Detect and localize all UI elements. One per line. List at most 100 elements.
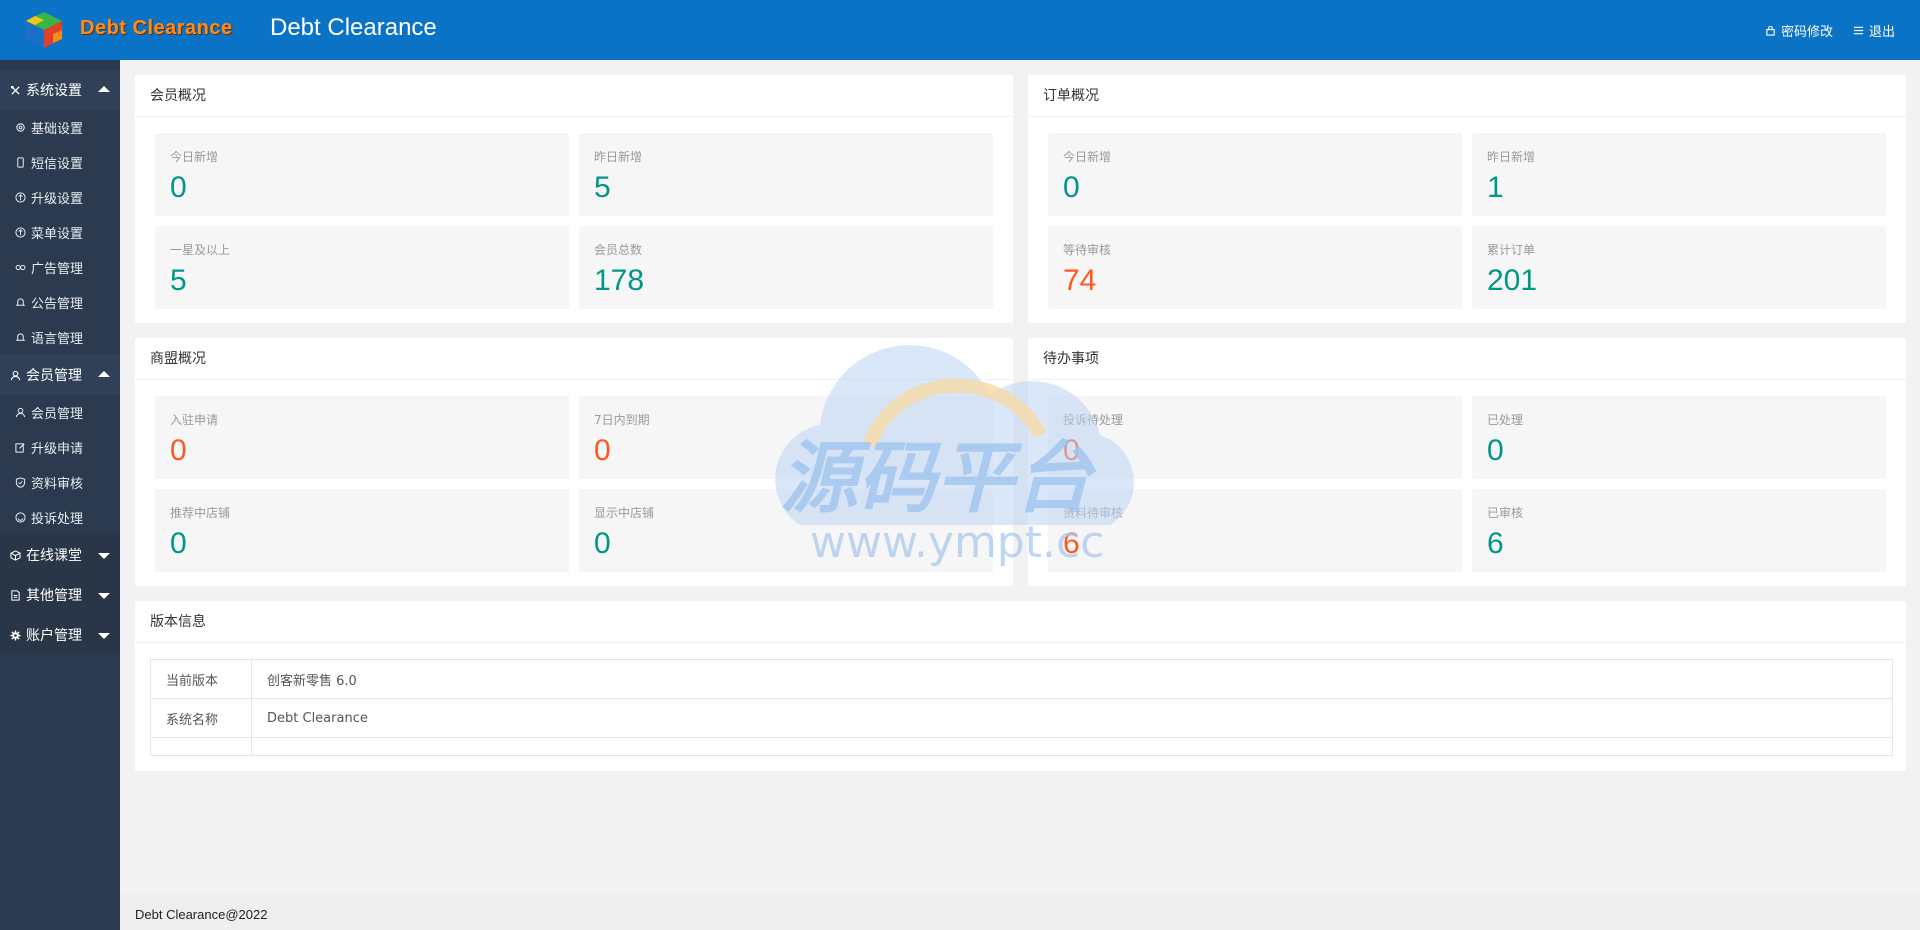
stat-total-members: 会员总数 178 [579, 226, 993, 309]
bell-icon [15, 332, 26, 343]
stat-processed: 已处理 0 [1472, 396, 1886, 479]
smile-icon [15, 512, 26, 523]
bell-icon [15, 297, 26, 308]
stat-value: 0 [594, 527, 611, 560]
card-title: 版本信息 [135, 601, 1906, 643]
merchant-overview-card: 商盟概况 入驻申请 0 7日内到期 0 推荐中店铺 0 显示中店铺 0 [135, 338, 1013, 586]
stat-label: 显示中店铺 [594, 506, 655, 520]
version-info-card: 版本信息 当前版本 创客新零售 6.0 系统名称 Debt Clearance [135, 601, 1906, 771]
upgrade-icon [15, 227, 26, 238]
sidebar-item-label: 广告管理 [31, 262, 84, 277]
stat-value: 0 [170, 434, 187, 467]
sidebar-item-language-management[interactable]: 语言管理 [0, 320, 120, 355]
sidebar-group-label: 账户管理 [26, 628, 82, 644]
sidebar-item-basic-settings[interactable]: 基础设置 [0, 110, 120, 145]
card-title: 会员概况 [135, 75, 1013, 117]
sidebar-item-ad-management[interactable]: 广告管理 [0, 250, 120, 285]
stat-label: 等待审核 [1063, 243, 1112, 257]
table-row [150, 737, 1893, 756]
sidebar-group-label: 其他管理 [26, 588, 82, 604]
sidebar-item-label: 升级申请 [31, 442, 84, 457]
stat-yesterday-new-members: 昨日新增 5 [579, 133, 993, 216]
caret-up-icon [98, 86, 110, 92]
sidebar-item-label: 资料审核 [31, 477, 84, 492]
stat-complaints-pending: 投诉待处理 0 [1048, 396, 1462, 479]
stat-value: 201 [1487, 264, 1538, 297]
sidebar-item-sms-settings[interactable]: 短信设置 [0, 145, 120, 180]
sidebar-group-online-classroom[interactable]: 在线课堂 [0, 535, 120, 575]
sidebar-item-label: 公告管理 [31, 297, 84, 312]
sidebar-item-label: 短信设置 [31, 157, 84, 172]
stat-label: 会员总数 [594, 243, 643, 257]
logout-link[interactable]: 退出 [1853, 21, 1895, 40]
main-content: 会员概况 今日新增 0 昨日新增 5 一星及以上 5 会员总数 178 订单概况… [120, 60, 1920, 930]
sidebar-item-label: 升级设置 [31, 192, 84, 207]
stat-value: 6 [1063, 527, 1080, 560]
sidebar-item-label: 基础设置 [31, 122, 84, 137]
user-icon [10, 370, 21, 381]
sidebar-item-upgrade-application[interactable]: 升级申请 [0, 430, 120, 465]
sidebar-item-label: 投诉处理 [31, 512, 84, 527]
stat-displayed-shops: 显示中店铺 0 [579, 489, 993, 572]
order-overview-card: 订单概况 今日新增 0 昨日新增 1 等待审核 74 累计订单 201 [1028, 75, 1906, 323]
sidebar-group-other-management[interactable]: 其他管理 [0, 575, 120, 615]
stat-today-new-members: 今日新增 0 [155, 133, 569, 216]
card-title: 待办事项 [1028, 338, 1906, 380]
stat-label: 昨日新增 [594, 150, 643, 164]
user-icon [15, 407, 26, 418]
sidebar-item-complaint-handling[interactable]: 投诉处理 [0, 500, 120, 535]
sidebar-group-member-management[interactable]: 会员管理 [0, 355, 120, 395]
sidebar-item-member-management[interactable]: 会员管理 [0, 395, 120, 430]
top-header: Debt Clearance Debt Clearance 密码修改 退出 [0, 0, 1920, 60]
stat-label: 累计订单 [1487, 243, 1536, 257]
table-value: 创客新零售 6.0 [251, 659, 1893, 699]
sidebar-group-label: 系统设置 [26, 83, 82, 99]
sidebar-item-menu-settings[interactable]: 菜单设置 [0, 215, 120, 250]
sidebar-item-upgrade-settings[interactable]: 升级设置 [0, 180, 120, 215]
footer-text: Debt Clearance@2022 [135, 907, 268, 922]
sidebar-group-account-management[interactable]: 账户管理 [0, 615, 120, 655]
stat-pending-review-orders: 等待审核 74 [1048, 226, 1462, 309]
stat-value: 5 [170, 264, 187, 297]
tools-icon [10, 85, 21, 96]
change-password-link[interactable]: 密码修改 [1765, 21, 1833, 40]
stat-total-orders: 累计订单 201 [1472, 226, 1886, 309]
card-title: 订单概况 [1028, 75, 1906, 117]
member-overview-card: 会员概况 今日新增 0 昨日新增 5 一星及以上 5 会员总数 178 [135, 75, 1013, 323]
stat-label: 今日新增 [170, 150, 219, 164]
sidebar-group-label: 在线课堂 [26, 548, 82, 564]
caret-down-icon [98, 553, 110, 559]
cog-icon [10, 629, 21, 641]
caret-up-icon [98, 371, 110, 377]
stat-label: 投诉待处理 [1063, 413, 1124, 427]
stat-value: 178 [594, 264, 645, 297]
caret-down-icon [98, 593, 110, 599]
stat-value: 0 [594, 434, 611, 467]
stat-label: 一星及以上 [170, 243, 231, 257]
version-table: 当前版本 创客新零售 6.0 系统名称 Debt Clearance [150, 659, 1893, 756]
sidebar-item-profile-review[interactable]: 资料审核 [0, 465, 120, 500]
logo-icon [26, 12, 62, 48]
stat-label: 入驻申请 [170, 413, 219, 427]
stat-profiles-pending-review: 资料待审核 6 [1048, 489, 1462, 572]
table-value [251, 737, 1893, 756]
sidebar-group-system-settings[interactable]: 系统设置 [0, 70, 120, 110]
stat-value: 0 [1063, 171, 1080, 204]
sidebar-item-label: 会员管理 [31, 407, 84, 422]
stat-one-star-members: 一星及以上 5 [155, 226, 569, 309]
caret-down-icon [98, 633, 110, 639]
upgrade-icon [15, 192, 26, 203]
stat-label: 今日新增 [1063, 150, 1112, 164]
logo-text: Debt Clearance [80, 17, 233, 39]
stat-reviewed: 已审核 6 [1472, 489, 1886, 572]
table-key: 当前版本 [150, 659, 252, 699]
stat-value: 0 [1063, 434, 1080, 467]
table-key: 系统名称 [150, 698, 252, 738]
sidebar: 系统设置 基础设置 短信设置 升级设置 菜单设置 广告管理 公告管理 语言管理 … [0, 60, 120, 930]
card-title: 商盟概况 [135, 338, 1013, 380]
stat-value: 74 [1063, 264, 1097, 297]
doc-icon [10, 589, 21, 601]
table-row: 系统名称 Debt Clearance [150, 698, 1893, 738]
sidebar-item-announcement-management[interactable]: 公告管理 [0, 285, 120, 320]
phone-icon [15, 157, 26, 168]
